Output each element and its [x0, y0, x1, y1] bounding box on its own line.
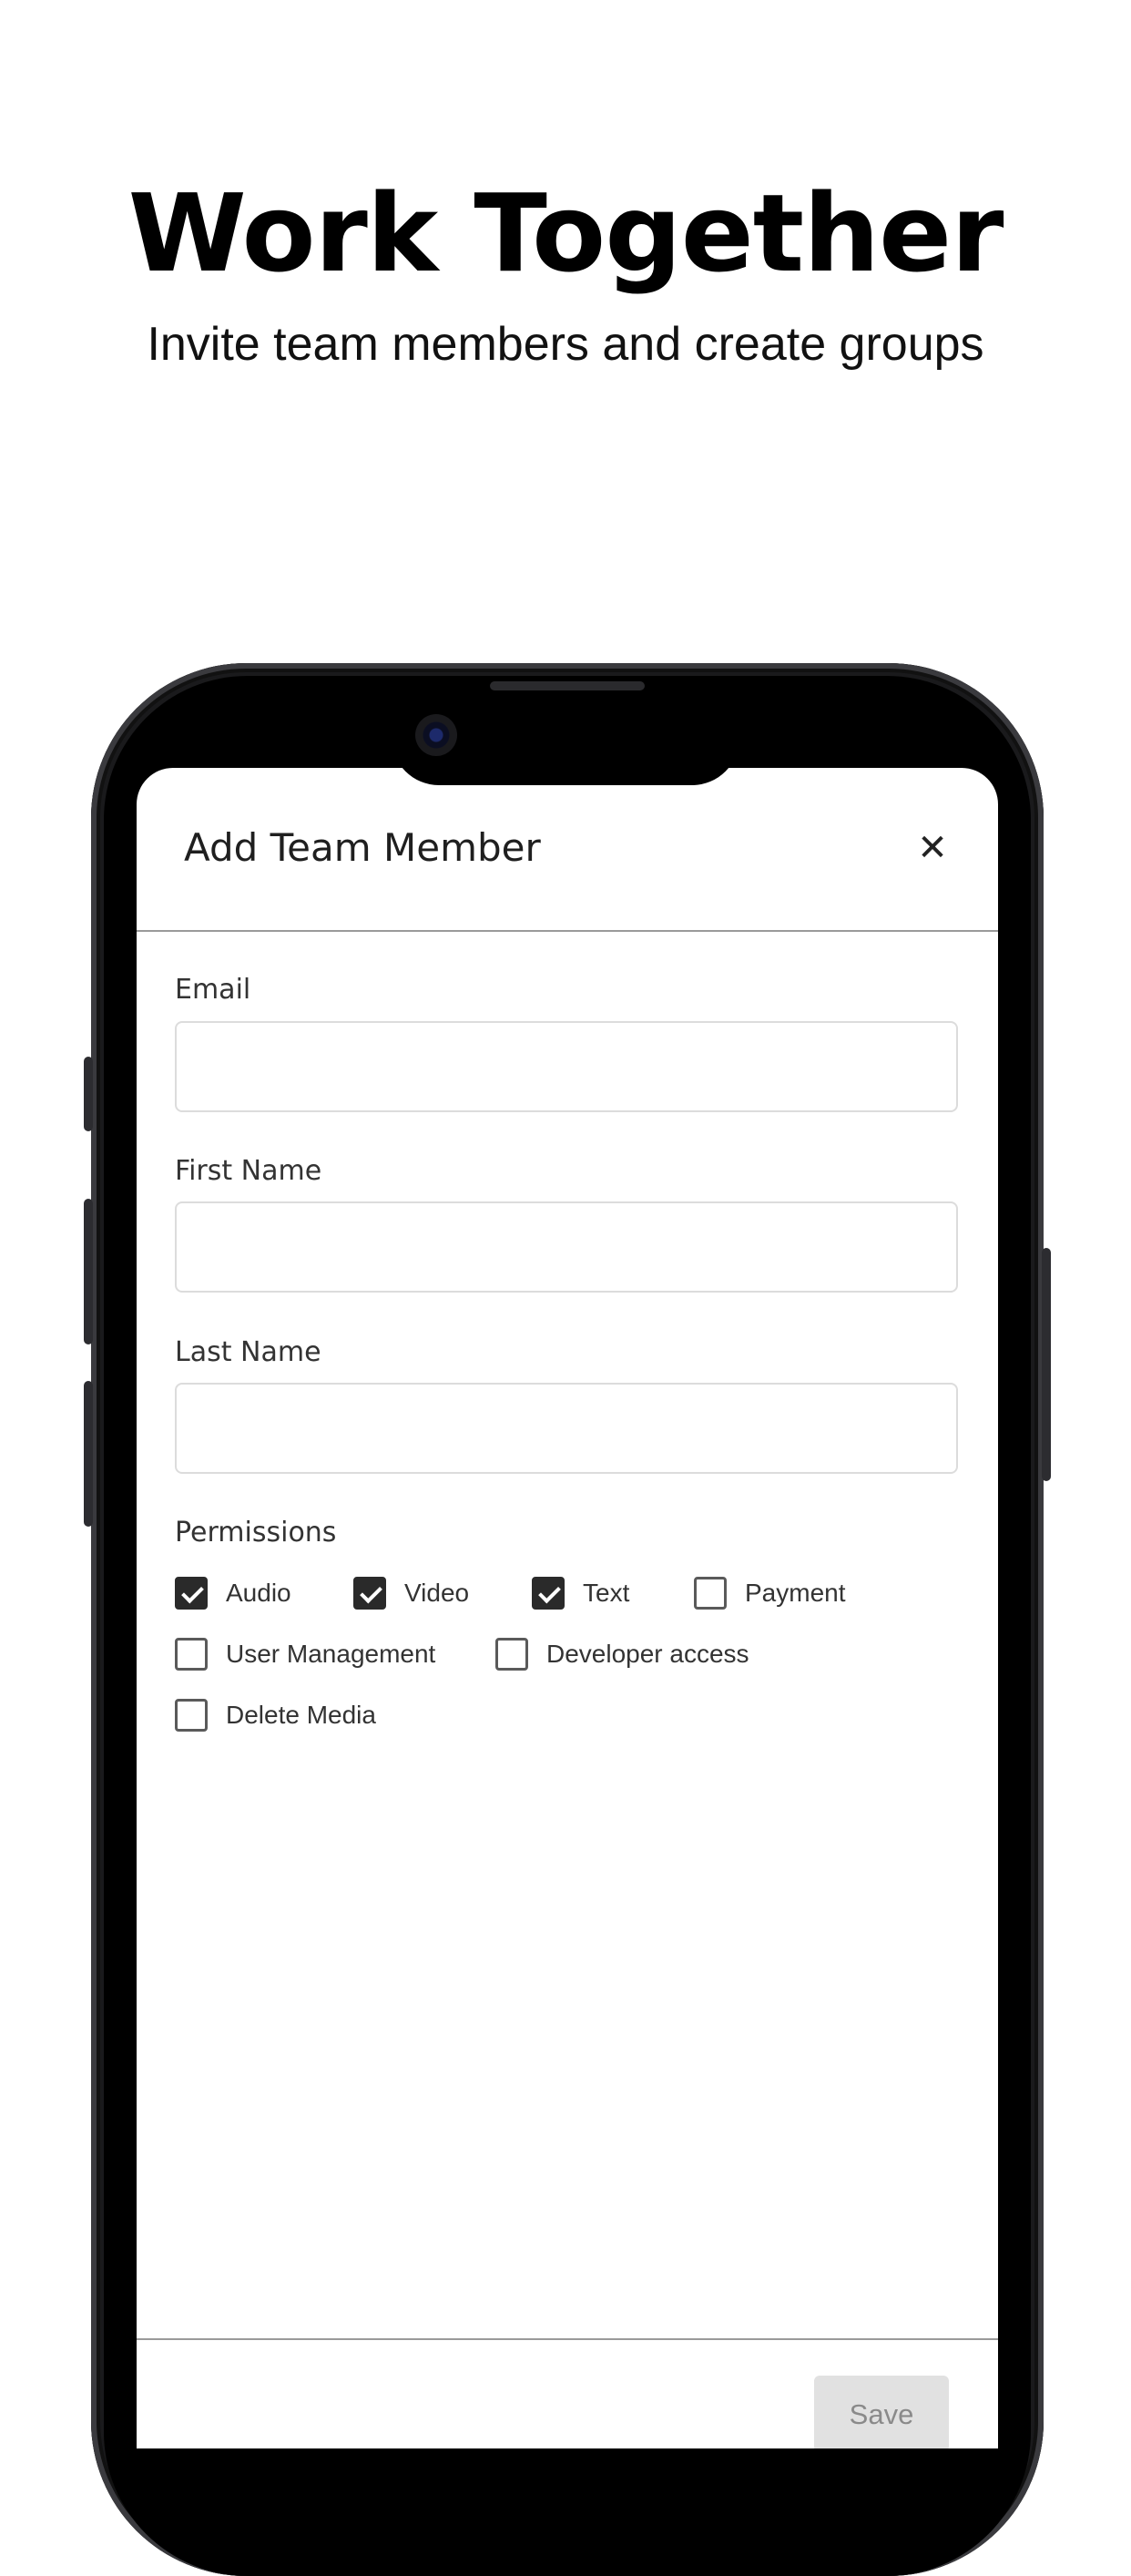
phone-silent-switch	[84, 1057, 93, 1131]
permission-label: Developer access	[546, 1640, 749, 1668]
promo-headline: Work Together	[127, 170, 1004, 296]
phone-screen: Add Team Member ✕ Email First Name Last …	[137, 768, 998, 2448]
phone-power-button	[1042, 1248, 1051, 1481]
checkbox-box[interactable]	[495, 1638, 528, 1671]
email-label: Email	[175, 974, 251, 1006]
permission-text-checkbox[interactable]: Text	[532, 1573, 629, 1613]
permission-label: Audio	[226, 1579, 291, 1607]
permission-user-management-checkbox[interactable]: User Management	[175, 1634, 435, 1674]
first-name-field[interactable]	[175, 1201, 958, 1293]
modal-header: Add Team Member ✕	[137, 768, 998, 932]
checkbox-box[interactable]	[175, 1577, 208, 1610]
permissions-label: Permissions	[175, 1517, 337, 1549]
save-button[interactable]: Save	[814, 2376, 949, 2448]
checkbox-box[interactable]	[353, 1577, 386, 1610]
permission-label: Delete Media	[226, 1701, 376, 1729]
email-field[interactable]	[175, 1021, 958, 1112]
permission-developer-access-checkbox[interactable]: Developer access	[495, 1634, 749, 1674]
first-name-label: First Name	[175, 1155, 322, 1187]
permission-payment-checkbox[interactable]: Payment	[694, 1573, 846, 1613]
modal-title: Add Team Member	[184, 825, 541, 870]
checkbox-box[interactable]	[175, 1699, 208, 1732]
permission-delete-media-checkbox[interactable]: Delete Media	[175, 1695, 376, 1735]
camera-icon	[415, 714, 457, 756]
permission-audio-checkbox[interactable]: Audio	[175, 1573, 291, 1613]
footer-divider	[137, 2338, 998, 2340]
permission-video-checkbox[interactable]: Video	[353, 1573, 469, 1613]
promo-subheadline: Invite team members and create groups	[147, 318, 984, 371]
permission-label: User Management	[226, 1640, 436, 1668]
checkbox-box[interactable]	[694, 1577, 727, 1610]
phone-speaker	[490, 681, 645, 690]
last-name-label: Last Name	[175, 1336, 321, 1368]
last-name-field[interactable]	[175, 1383, 958, 1474]
checkbox-box[interactable]	[175, 1638, 208, 1671]
permission-label: Payment	[745, 1579, 846, 1607]
permission-label: Video	[404, 1579, 470, 1607]
phone-volume-down-button	[84, 1381, 93, 1527]
close-icon[interactable]: ✕	[909, 824, 956, 872]
checkbox-box[interactable]	[532, 1577, 565, 1610]
permission-label: Text	[583, 1579, 630, 1607]
phone-volume-up-button	[84, 1199, 93, 1344]
